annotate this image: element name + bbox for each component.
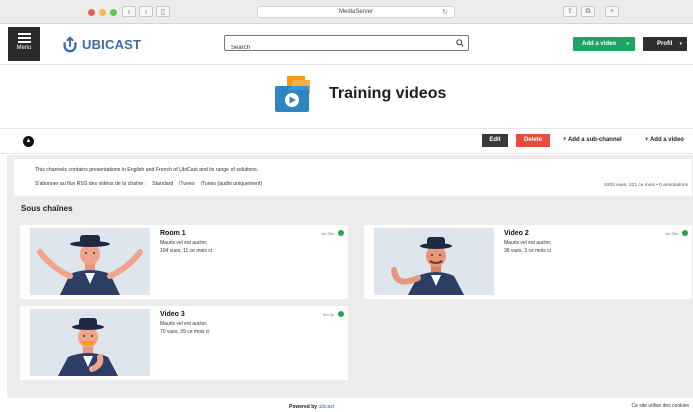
presenter-illustration bbox=[30, 228, 150, 295]
search-icon[interactable] bbox=[456, 39, 464, 47]
status-badge bbox=[338, 230, 344, 236]
chevron-down-icon: ▾ bbox=[626, 41, 629, 47]
card-title[interactable]: Video 2 bbox=[504, 230, 529, 237]
card-views: 70 vues, 39 ce mois ci bbox=[160, 329, 210, 335]
page-title: Training videos bbox=[329, 85, 447, 102]
rss-itunes-audio-link[interactable]: iTunes (audio uniquement) bbox=[201, 181, 263, 187]
menu-label: Menu bbox=[16, 45, 32, 51]
channel-stats: 9203 vues, 221 ce mois • 0 annotations bbox=[604, 183, 688, 188]
subchannel-card[interactable]: Video 3 Mauris vel est auctor, 70 vues, … bbox=[20, 306, 348, 380]
logo-text: UBICAST bbox=[82, 36, 142, 52]
address-text: MediaServer bbox=[338, 9, 373, 15]
powered-by: Powered by ubicast bbox=[289, 404, 334, 410]
forward-button[interactable]: › bbox=[139, 6, 153, 17]
video-thumbnail[interactable] bbox=[374, 228, 494, 295]
menu-button[interactable]: Menu bbox=[8, 27, 40, 61]
card-duration: 1m 30s bbox=[664, 231, 678, 236]
profile-label: Profil bbox=[657, 41, 673, 47]
powered-by-logo[interactable]: ubicast bbox=[318, 404, 334, 410]
search-input[interactable] bbox=[225, 41, 445, 55]
channel-content: This channels contains presentations in … bbox=[7, 155, 693, 398]
window-controls bbox=[88, 9, 117, 16]
new-tab-button[interactable]: + bbox=[605, 6, 619, 17]
presenter-illustration bbox=[30, 309, 150, 376]
subchannels-heading: Sous chaînes bbox=[21, 204, 73, 213]
card-subtitle: Mauris vel est auctor, bbox=[160, 321, 208, 327]
browser-chrome: ‹ › ▯ MediaServer ↻ ⇧ ⧉ + bbox=[0, 0, 693, 24]
card-subtitle: Mauris vel est auctor, bbox=[160, 240, 208, 246]
minimize-window-button[interactable] bbox=[99, 9, 106, 16]
search-box bbox=[224, 35, 469, 55]
share-button[interactable]: ⇧ bbox=[563, 6, 577, 17]
channel-description: This channels contains presentations in … bbox=[35, 167, 259, 173]
reload-icon[interactable]: ↻ bbox=[442, 7, 448, 18]
page-footer: Powered by ubicast Ce site utilise des c… bbox=[0, 398, 693, 412]
tabs-button[interactable]: ⧉ bbox=[581, 6, 595, 17]
delete-button[interactable]: Delete bbox=[516, 134, 550, 147]
add-subchannel-button[interactable]: + Add a sub-channel bbox=[563, 134, 622, 147]
app-header: Menu UBICAST Add a video ▾ Profil ▾ bbox=[0, 25, 693, 65]
back-button[interactable]: ‹ bbox=[122, 6, 136, 17]
close-window-button[interactable] bbox=[88, 9, 95, 16]
status-badge bbox=[338, 311, 344, 317]
status-badge bbox=[682, 230, 688, 236]
ubicast-logo[interactable]: UBICAST bbox=[61, 35, 141, 53]
subchannel-card[interactable]: Video 2 Mauris vel est auctor, 36 vues, … bbox=[364, 225, 692, 299]
chevron-down-icon: ▾ bbox=[679, 41, 682, 47]
hamburger-icon bbox=[17, 33, 31, 43]
add-video-label: Add a video bbox=[582, 41, 617, 47]
card-duration: 5m 3s bbox=[323, 312, 334, 317]
profile-button[interactable]: Profil ▾ bbox=[643, 37, 687, 51]
video-thumbnail[interactable] bbox=[30, 309, 150, 376]
add-video-button[interactable]: Add a video ▾ bbox=[573, 37, 635, 51]
card-title[interactable]: Video 3 bbox=[160, 311, 185, 318]
card-subtitle: Mauris vel est auctor, bbox=[504, 240, 552, 246]
address-bar[interactable]: MediaServer ↻ bbox=[257, 6, 455, 18]
zoom-window-button[interactable] bbox=[110, 9, 117, 16]
video-thumbnail[interactable] bbox=[30, 228, 150, 295]
subchannel-card[interactable]: Room 1 Mauris vel est auctor, 104 vues, … bbox=[20, 225, 348, 299]
collapse-icon[interactable]: ▲ bbox=[23, 136, 34, 147]
sidebar-toggle-button[interactable]: ▯ bbox=[156, 6, 170, 17]
card-title[interactable]: Room 1 bbox=[160, 230, 186, 237]
cookies-notice[interactable]: Ce site utilise des cookies bbox=[631, 403, 689, 409]
card-views: 36 vues, 3 ce mois ci bbox=[504, 248, 551, 254]
channel-banner: Training videos bbox=[0, 66, 693, 128]
toolbar-add-video-button[interactable]: + Add a video bbox=[645, 134, 684, 147]
powered-by-label: Powered by bbox=[289, 404, 318, 410]
card-duration: 1m 30s bbox=[320, 231, 334, 236]
rss-subscribe-line: S'abonner au flux RSS des vidéos de la c… bbox=[35, 181, 262, 187]
edit-button[interactable]: Edit bbox=[482, 134, 508, 147]
presenter-illustration bbox=[374, 228, 494, 295]
channel-folder-icon bbox=[275, 76, 310, 112]
rss-itunes-link[interactable]: iTunes bbox=[179, 181, 194, 187]
rss-standard-link[interactable]: Standard bbox=[152, 181, 173, 187]
ubicast-logo-icon bbox=[63, 36, 77, 53]
rss-label: S'abonner au flux RSS des vidéos de la c… bbox=[35, 181, 147, 187]
channel-description-panel: This channels contains presentations in … bbox=[14, 159, 692, 196]
channel-toolbar: ▲ Edit Delete + Add a sub-channel + Add … bbox=[0, 128, 693, 154]
card-views: 104 vues, 11 ce mois ci bbox=[160, 248, 212, 254]
